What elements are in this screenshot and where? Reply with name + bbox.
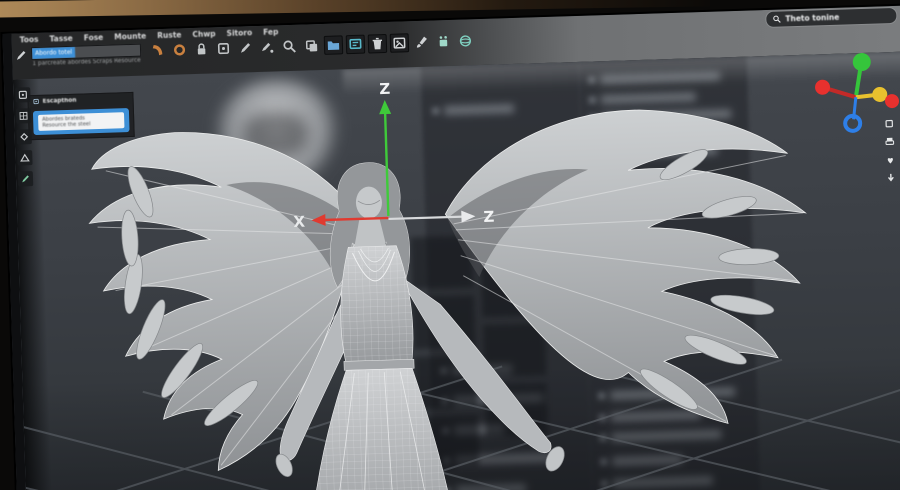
pen-icon[interactable] [236, 38, 256, 58]
scene-svg: Z X Z [12, 53, 900, 490]
image-glyph [393, 37, 406, 49]
mini-icon-column [884, 118, 897, 183]
copy-glyph [305, 40, 318, 52]
menu-item-tasse[interactable]: Tasse [49, 34, 73, 44]
floor-grid [12, 358, 900, 490]
grid-tool-icon[interactable] [15, 108, 32, 124]
gizmo-left-label: X [293, 213, 306, 231]
frame-glyph [217, 42, 230, 55]
triangle-glyph [20, 153, 30, 162]
search-value: Theto tonine [785, 12, 840, 24]
application-window: Toos Tasse Fose Mounte Ruste Chwp Sitoro Fep Ab… [2, 5, 900, 490]
grid-glyph [19, 111, 28, 120]
handset-glyph [152, 45, 163, 56]
frame-tool-icon[interactable] [15, 87, 31, 103]
folder-icon[interactable] [323, 35, 344, 55]
pen-dot-glyph [261, 42, 274, 53]
menu-item-toos[interactable]: Toos [20, 35, 39, 45]
gizmo-right-label: Z [483, 208, 495, 226]
menu-item-chwp[interactable]: Chwp [192, 29, 215, 39]
frame-glyph [18, 90, 27, 99]
menu-item-mounte[interactable]: Mounte [114, 31, 146, 41]
pen-glyph [22, 175, 29, 183]
sphere-wire-glyph [459, 35, 471, 47]
printer-icon[interactable] [884, 136, 895, 147]
cube-dots-icon[interactable] [434, 32, 454, 52]
floating-panel: Escapthon Abordes brateds Resource the s… [27, 91, 135, 141]
frame-icon[interactable] [214, 39, 234, 59]
sphere-wire-icon[interactable] [456, 31, 476, 51]
screen-glyph [349, 38, 362, 50]
ring-glyph [174, 44, 186, 56]
search-input[interactable]: Theto tonine [765, 6, 898, 29]
image-icon[interactable] [389, 33, 410, 53]
left-tool-column [15, 87, 34, 187]
green-pen-tool-icon[interactable] [17, 171, 34, 187]
lock-glyph [197, 43, 206, 55]
trash-glyph [372, 37, 383, 50]
heart-icon[interactable] [885, 154, 896, 165]
panel-line: Resource the steel [42, 121, 91, 129]
menu-item-fose[interactable]: Fose [84, 33, 104, 43]
pen-glyph [240, 43, 251, 53]
search-icon [773, 15, 781, 23]
3d-viewport[interactable]: Z X Z Escapthon Abordes brateds Resource… [12, 50, 900, 490]
copy-icon[interactable] [302, 36, 322, 56]
pen-dot-icon[interactable] [258, 37, 278, 57]
arrow-down-icon[interactable] [885, 172, 896, 183]
brush-icon[interactable] [412, 33, 432, 53]
menu-item-fep[interactable]: Fep [263, 27, 279, 36]
panel-icon [33, 98, 39, 105]
diamond-glyph [20, 132, 29, 141]
panel-highlight[interactable]: Abordes brateds Resource the steel [32, 108, 130, 136]
left-wing [88, 132, 360, 472]
ring-icon[interactable] [170, 40, 190, 60]
magnifier-icon[interactable] [280, 37, 300, 57]
triangle-tool-icon[interactable] [17, 150, 33, 166]
quick-field-selected-text: Abordo totel [31, 46, 76, 60]
menu-item-sitoro[interactable]: Sitoro [226, 28, 252, 38]
cube-dots-glyph [439, 36, 448, 47]
folder-glyph [327, 41, 340, 50]
menu-item-ruste[interactable]: Ruste [157, 30, 182, 40]
field-pen-icon [16, 50, 26, 60]
square-icon[interactable] [884, 118, 895, 129]
magnifier-glyph [283, 40, 296, 53]
lock-icon[interactable] [192, 39, 212, 59]
trash-icon[interactable] [367, 33, 388, 54]
brush-glyph [416, 36, 427, 48]
diamond-tool-icon[interactable] [16, 129, 32, 145]
handset-icon[interactable] [148, 41, 168, 61]
panel-title: Escapthon [42, 97, 77, 105]
photo-of-monitor: Toos Tasse Fose Mounte Ruste Chwp Sitoro Fep Ab… [0, 0, 900, 490]
screen-icon[interactable] [345, 34, 366, 55]
gizmo-up-label: Z [379, 80, 391, 98]
